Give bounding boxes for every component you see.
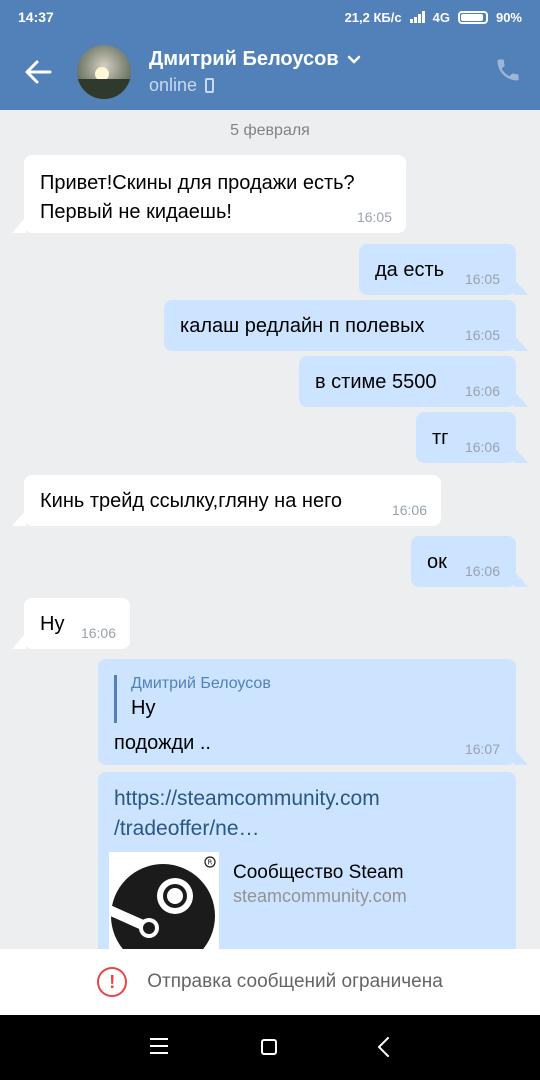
status-time: 14:37 bbox=[18, 9, 54, 25]
message-outgoing-reply[interactable]: Дмитрий Белоусов Ну подожди .. 16:07 bbox=[98, 659, 528, 765]
battery-icon bbox=[457, 10, 488, 24]
home-icon[interactable] bbox=[261, 1039, 277, 1055]
message-time: 16:07 bbox=[464, 741, 500, 757]
phone-icon[interactable] bbox=[494, 56, 522, 84]
contact-status-text: online bbox=[149, 75, 198, 95]
back-icon[interactable] bbox=[376, 1036, 392, 1058]
status-indicators: 21,2 КБ/с 4G 90% bbox=[345, 10, 522, 25]
message-text: тг bbox=[432, 427, 449, 449]
network-speed: 21,2 КБ/с bbox=[344, 9, 402, 25]
message-text: да есть bbox=[375, 259, 445, 281]
chat-header: Дмитрий Белоусов online bbox=[0, 34, 540, 110]
avatar[interactable] bbox=[77, 45, 131, 99]
message-text: подожди .. bbox=[114, 732, 211, 754]
reply-quoted-name: Дмитрий Белоусов bbox=[131, 675, 271, 692]
banner-text: Отправка сообщений ограничена bbox=[147, 971, 443, 992]
messaging-restricted-banner: ! Отправка сообщений ограничена bbox=[0, 949, 540, 1015]
reply-quoted-text: Ну bbox=[131, 697, 156, 719]
message-text: калаш редлайн п полевых bbox=[180, 315, 425, 337]
message-text: Привет!Скины для продажи есть? Первый не… bbox=[40, 172, 355, 223]
signal-icon bbox=[409, 11, 425, 23]
back-arrow-icon[interactable] bbox=[22, 56, 54, 88]
message-time: 16:06 bbox=[391, 502, 427, 518]
steam-logo-icon[interactable]: R bbox=[109, 852, 219, 952]
battery-percent: 90% bbox=[495, 9, 522, 25]
contact-status: online bbox=[149, 75, 215, 96]
message-incoming[interactable]: Привет!Скины для продажи есть? Первый не… bbox=[12, 155, 406, 233]
menu-icon[interactable] bbox=[150, 1038, 168, 1054]
message-outgoing[interactable]: тг 16:06 bbox=[416, 412, 528, 463]
message-time: 16:06 bbox=[80, 625, 116, 641]
link-card-url: steamcommunity.com bbox=[233, 886, 407, 906]
link-card-title: Сообщество Steam bbox=[233, 862, 404, 883]
svg-text:R: R bbox=[208, 859, 213, 867]
status-bar: 14:37 21,2 КБ/с 4G 90% bbox=[0, 0, 540, 34]
date-separator: 5 февраля bbox=[230, 122, 310, 139]
reply-quote-bar bbox=[114, 675, 117, 723]
message-link[interactable]: https://steamcommunity.com /tradeoffer/n… bbox=[114, 784, 380, 844]
mobile-icon bbox=[205, 78, 215, 93]
message-text: Кинь трейд ссылку,гляну на него bbox=[40, 490, 343, 512]
contact-name[interactable]: Дмитрий Белоусов bbox=[149, 48, 361, 71]
network-type: 4G bbox=[432, 9, 450, 25]
warning-icon: ! bbox=[97, 967, 128, 997]
message-time: 16:06 bbox=[464, 563, 500, 579]
message-time: 16:05 bbox=[464, 327, 500, 343]
message-outgoing[interactable]: в стиме 5500 16:06 bbox=[299, 356, 528, 407]
message-incoming[interactable]: Кинь трейд ссылку,гляну на него 16:06 bbox=[12, 475, 441, 526]
message-time: 16:05 bbox=[356, 209, 392, 225]
message-text: ок bbox=[427, 551, 447, 573]
chevron-down-icon bbox=[347, 55, 360, 64]
system-nav-bar bbox=[0, 1015, 540, 1080]
message-outgoing-link[interactable]: https://steamcommunity.com /tradeoffer/n… bbox=[98, 772, 516, 972]
message-time: 16:06 bbox=[464, 439, 500, 455]
message-outgoing[interactable]: калаш редлайн п полевых 16:05 bbox=[164, 300, 528, 351]
message-text: в стиме 5500 bbox=[315, 371, 437, 393]
message-outgoing[interactable]: да есть 16:05 bbox=[359, 244, 528, 295]
message-time: 16:05 bbox=[464, 271, 500, 287]
message-outgoing[interactable]: ок 16:06 bbox=[411, 536, 528, 587]
message-text: Ну bbox=[40, 613, 65, 635]
contact-name-text: Дмитрий Белоусов bbox=[149, 48, 339, 70]
message-time: 16:06 bbox=[464, 383, 500, 399]
message-incoming[interactable]: Ну 16:06 bbox=[12, 598, 130, 649]
